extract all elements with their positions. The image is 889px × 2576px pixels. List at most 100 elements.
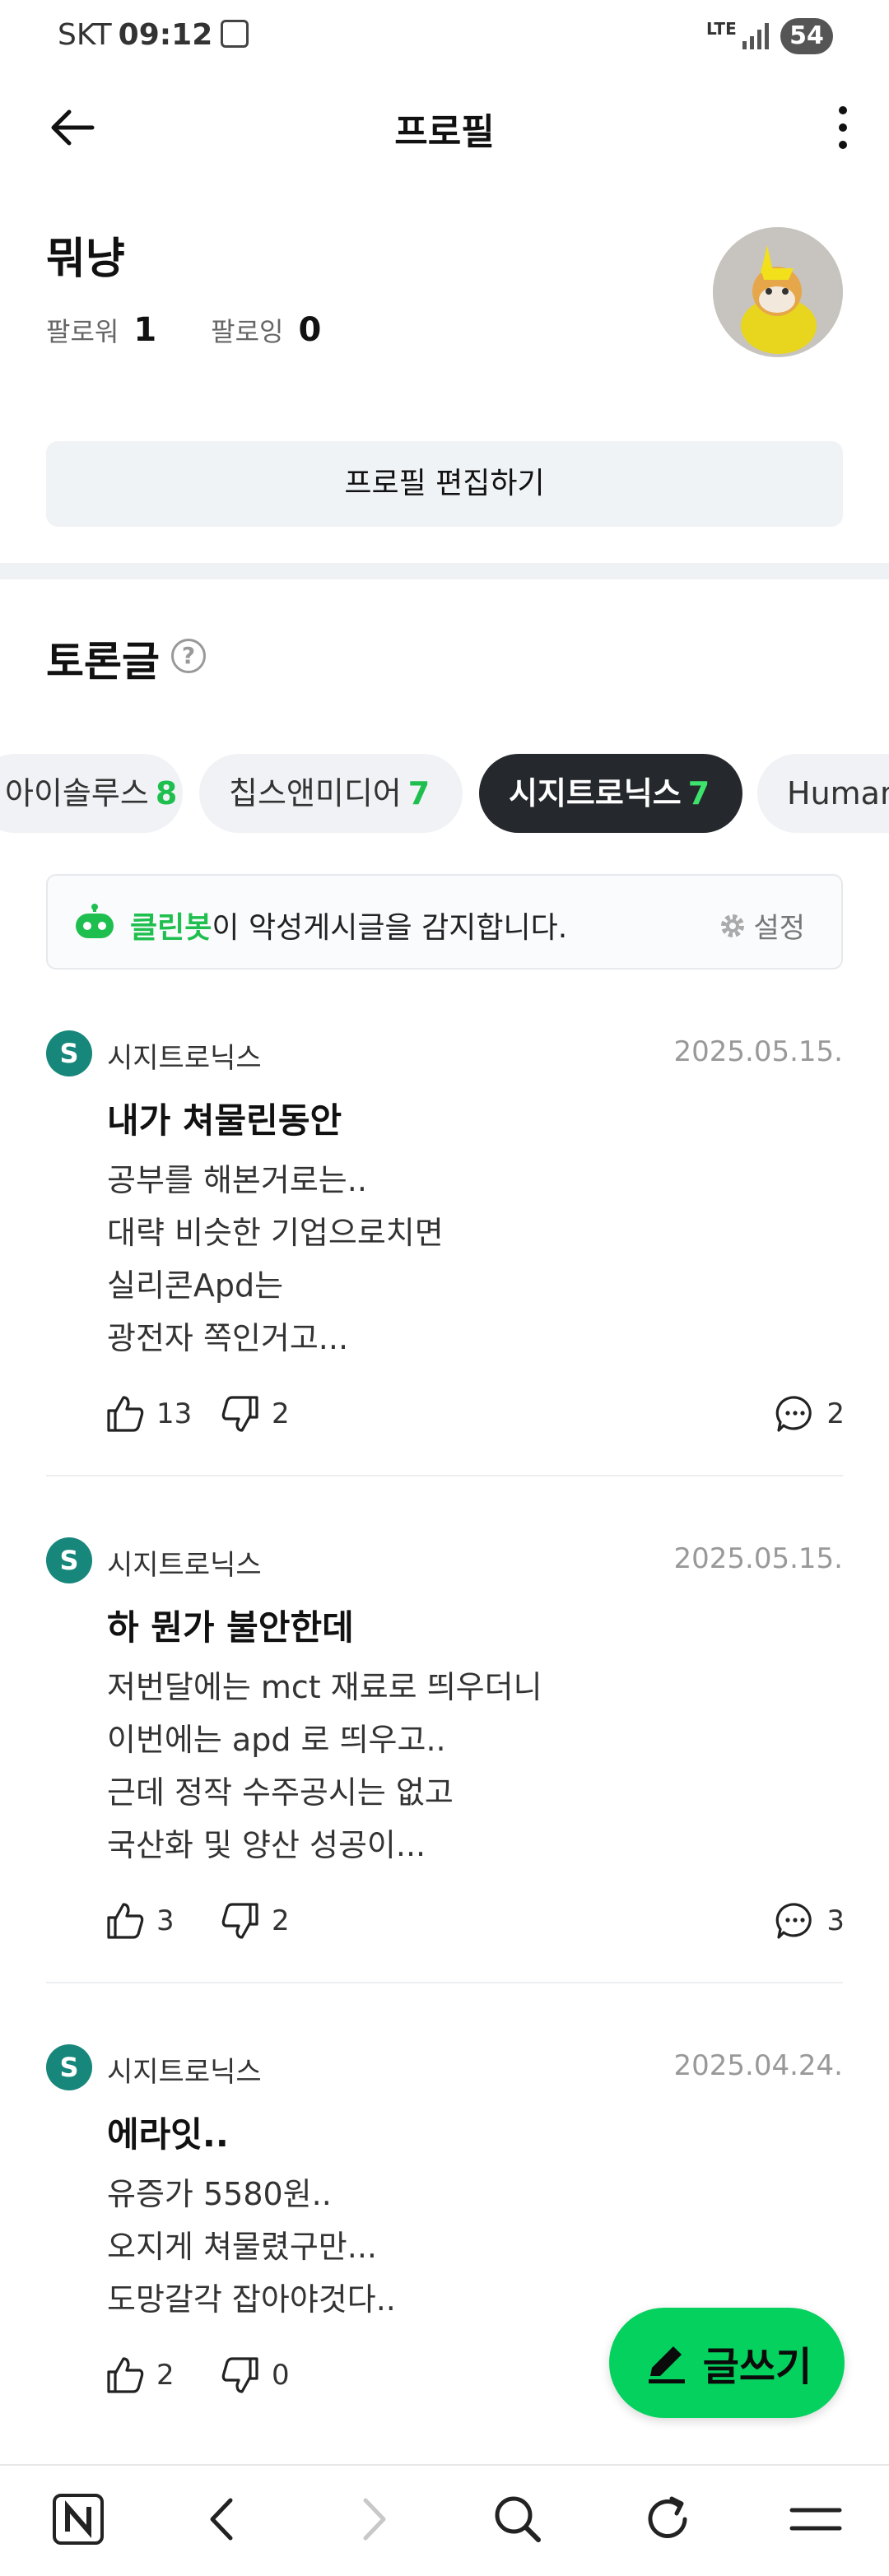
board-logo-icon: S (46, 1537, 92, 1583)
board-tabs: 아이솔루스 8 칩스앤미디어 7 시지트로닉스 7 Human (0, 754, 889, 833)
tab-count: 7 (407, 775, 431, 811)
post-preview[interactable]: 저번달에는 mct 재료로 띄우더니 이번에는 apd 로 띄우고.. 근데 정… (107, 1661, 542, 1872)
back-nav-icon[interactable] (194, 2490, 252, 2548)
naver-home-icon[interactable] (49, 2490, 107, 2548)
post-line: 도망갈각 잡아야것다.. (107, 2281, 396, 2318)
post-line: 광전자 쪽인거고... (107, 1320, 349, 1356)
cleanbot-text: 클린봇이 악성게시글을 감지합니다. (130, 904, 567, 946)
like-button[interactable]: 2 (104, 2354, 175, 2397)
follow-stats: 팔로워 1 팔로잉 0 (46, 311, 375, 349)
post-title[interactable]: 하 뭔가 불안한데 (107, 1600, 354, 1650)
section-title: 토론글 (46, 638, 160, 686)
board-logo-icon: S (46, 1030, 92, 1076)
following-label[interactable]: 팔로잉 (211, 311, 283, 349)
help-icon[interactable]: ? (171, 639, 206, 673)
like-button[interactable]: 3 (104, 1899, 175, 1942)
post-line: 국산화 및 양산 성공이... (107, 1827, 426, 1863)
menu-icon[interactable] (787, 2490, 845, 2548)
comment-count: 2 (826, 1397, 845, 1430)
followers-label[interactable]: 팔로워 (46, 311, 119, 349)
post-item[interactable]: S 시지트로닉스 2025.05.15. 내가 쳐물린동안 공부를 해본거로는.… (0, 1030, 889, 1476)
post-preview[interactable]: 유증가 5580원.. 오지게 쳐물렸구만... 도망갈각 잡아야것다.. (107, 2168, 396, 2326)
clock: 09:12 (118, 18, 213, 52)
tab-human[interactable]: Human (757, 754, 889, 833)
tab-label: 칩스앤미디어 (229, 775, 402, 811)
dislike-count: 2 (272, 1397, 290, 1430)
dislike-button[interactable]: 2 (219, 1899, 290, 1942)
post-divider (46, 1982, 843, 1983)
post-line: 유증가 5580원.. (107, 2176, 332, 2212)
post-date: 2025.05.15. (673, 1035, 843, 1068)
thumbs-down-icon (221, 1903, 258, 1939)
comment-button[interactable]: 3 (774, 1899, 845, 1942)
post-preview[interactable]: 공부를 해본거로는.. 대략 비슷한 기업으로치면 실리콘Apd는 광전자 쪽인… (107, 1154, 444, 1365)
post-item[interactable]: S 시지트로닉스 2025.05.15. 하 뭔가 불안한데 저번달에는 mct… (0, 1537, 889, 1983)
tab-isolus[interactable]: 아이솔루스 8 (0, 754, 183, 833)
post-line: 공부를 해본거로는.. (107, 1162, 367, 1198)
dislike-button[interactable]: 0 (219, 2354, 290, 2397)
post-title[interactable]: 에라잇.. (107, 2107, 229, 2157)
board-name[interactable]: 시지트로닉스 (107, 2049, 262, 2090)
settings-label: 설정 (753, 912, 805, 945)
network-type: LTE (706, 19, 737, 39)
comment-icon (776, 1396, 812, 1432)
post-line: 대략 비슷한 기업으로치면 (107, 1215, 444, 1251)
more-options-icon[interactable] (826, 99, 859, 156)
write-post-button[interactable]: 글쓰기 (609, 2308, 845, 2418)
board-name[interactable]: 시지트로닉스 (107, 1035, 262, 1076)
thumbs-down-icon (221, 1396, 258, 1432)
post-divider (46, 1475, 843, 1476)
page-title: 프로필 (394, 111, 495, 153)
profile-name: 뭐냥 (46, 235, 125, 284)
post-actions: 3 2 3 (104, 1899, 845, 1946)
tab-count: 8 (155, 775, 178, 811)
battery-indicator: 54 (780, 18, 833, 54)
edit-profile-button[interactable]: 프로필 편집하기 (46, 441, 843, 527)
tab-label: 시지트로닉스 (509, 775, 682, 811)
post-date: 2025.05.15. (673, 1542, 843, 1575)
tab-sigetronics[interactable]: 시지트로닉스 7 (479, 754, 742, 833)
avatar[interactable] (713, 227, 843, 357)
comment-button[interactable]: 2 (774, 1393, 845, 1435)
pencil-icon (648, 2346, 685, 2383)
avatar-image (713, 227, 843, 357)
thumbs-up-icon (107, 1903, 144, 1939)
carrier-time: SKT 09:12 (58, 18, 212, 52)
thumbs-up-icon (107, 2357, 144, 2393)
like-count: 3 (156, 1904, 175, 1937)
tab-label: Human (787, 775, 889, 811)
post-line: 오지게 쳐물렸구만... (107, 2229, 377, 2265)
post-title[interactable]: 내가 쳐물린동안 (107, 1093, 342, 1143)
following-count[interactable]: 0 (299, 311, 322, 349)
status-bar: SKT 09:12 LTE 54 (0, 0, 889, 74)
post-line: 근데 정작 수주공시는 없고 (107, 1774, 454, 1811)
browser-bottom-nav (0, 2464, 889, 2576)
dislike-count: 2 (272, 1904, 290, 1937)
cleanbot-icon (76, 904, 114, 938)
tab-chips-and-media[interactable]: 칩스앤미디어 7 (199, 754, 463, 833)
forward-nav-icon[interactable] (344, 2490, 402, 2548)
post-line: 저번달에는 mct 재료로 띄우더니 (107, 1669, 542, 1705)
followers-count[interactable]: 1 (133, 311, 156, 349)
tab-count: 7 (687, 775, 710, 811)
like-count: 2 (156, 2359, 175, 2392)
post-line: 이번에는 apd 로 띄우고.. (107, 1722, 446, 1758)
refresh-icon[interactable] (639, 2490, 696, 2548)
board-name[interactable]: 시지트로닉스 (107, 1542, 262, 1583)
cleanbot-notice: 클린봇이 악성게시글을 감지합니다. 설정 (46, 874, 843, 969)
search-icon[interactable] (489, 2490, 547, 2548)
section-divider (0, 563, 889, 579)
carrier: SKT (58, 18, 112, 52)
like-button[interactable]: 13 (104, 1393, 192, 1435)
comment-count: 3 (826, 1904, 845, 1937)
thumbs-down-icon (221, 2357, 258, 2393)
cleanbot-message: 이 악성게시글을 감지합니다. (212, 911, 568, 945)
dislike-button[interactable]: 2 (219, 1393, 290, 1435)
post-actions: 13 2 2 (104, 1393, 845, 1439)
post-date: 2025.04.24. (673, 2049, 843, 2082)
cleanbot-settings-button[interactable]: 설정 (719, 905, 805, 946)
write-label: 글쓰기 (702, 2344, 812, 2390)
signal-icon (742, 23, 769, 49)
post-line: 실리콘Apd는 (107, 1267, 284, 1304)
board-logo-icon: S (46, 2044, 92, 2090)
